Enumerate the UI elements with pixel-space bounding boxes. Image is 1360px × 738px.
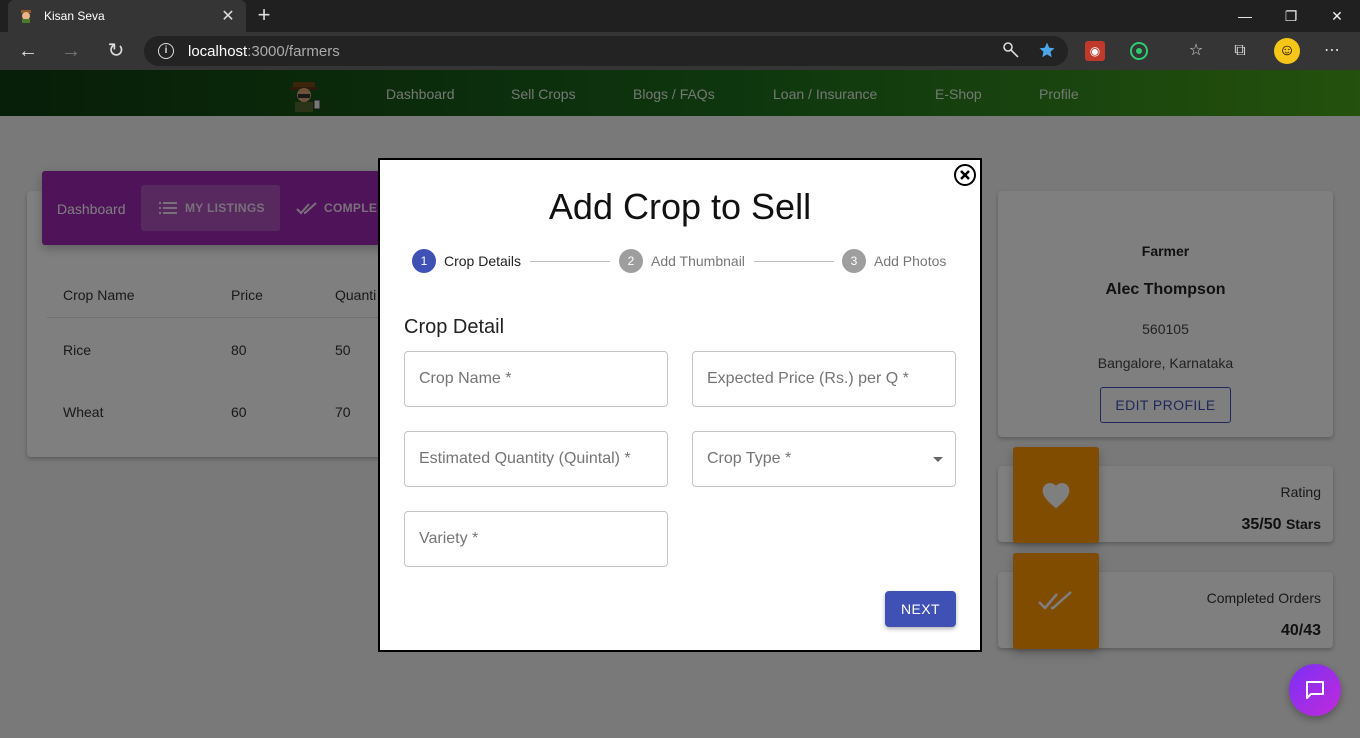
address-bar[interactable]: i localhost:3000/farmers	[144, 36, 1068, 66]
crop-type-placeholder: Crop Type *	[707, 450, 792, 467]
more-menu-icon[interactable]: ⋯	[1322, 41, 1342, 61]
crop-name-field[interactable]: Crop Name *	[404, 351, 668, 407]
favorite-star-icon[interactable]	[1038, 41, 1056, 59]
expected-price-field[interactable]: Expected Price (Rs.) per Q *	[692, 351, 956, 407]
expected-price-placeholder: Expected Price (Rs.) per Q *	[707, 370, 909, 387]
close-icon[interactable]	[953, 163, 977, 187]
app-viewport: Dashboard Sell Crops Blogs / FAQs Loan /…	[0, 70, 1360, 738]
step-number: 1	[412, 249, 436, 273]
window-close-icon[interactable]: ✕	[1314, 0, 1360, 32]
step-number: 2	[619, 249, 643, 273]
variety-placeholder: Variety *	[419, 530, 479, 547]
browser-titlebar: Kisan Seva ✕ + — ❐ ✕	[0, 0, 1360, 32]
step-label: Add Photos	[874, 253, 947, 269]
extension-target-icon[interactable]	[1129, 41, 1149, 61]
estimated-quantity-placeholder: Estimated Quantity (Quintal) *	[419, 450, 631, 467]
section-title: Crop Detail	[404, 316, 505, 338]
url-host: localhost	[188, 42, 248, 60]
url-path: :3000/farmers	[247, 42, 340, 60]
browser-tab[interactable]: Kisan Seva ✕	[8, 0, 246, 32]
extension-icon[interactable]: ◉	[1085, 41, 1105, 61]
step-label: Crop Details	[444, 253, 522, 269]
crop-name-placeholder: Crop Name *	[419, 370, 512, 387]
stepper: 1 Crop Details 2 Add Thumbnail 3 Add Pho…	[412, 249, 952, 275]
step-label: Add Thumbnail	[651, 253, 745, 269]
tab-close-icon[interactable]: ✕	[220, 6, 236, 26]
restore-icon[interactable]: ❐	[1268, 0, 1314, 32]
back-icon[interactable]: ←	[15, 39, 41, 63]
crop-type-select[interactable]: Crop Type *	[692, 431, 956, 487]
new-tab-icon[interactable]: +	[252, 4, 276, 28]
estimated-quantity-field[interactable]: Estimated Quantity (Quintal) *	[404, 431, 668, 487]
variety-field[interactable]: Variety *	[404, 511, 668, 567]
chat-button[interactable]	[1289, 664, 1341, 716]
site-info-icon[interactable]: i	[158, 43, 174, 59]
add-crop-modal: Add Crop to Sell 1 Crop Details 2 Add Th…	[378, 158, 982, 652]
step-number: 3	[842, 249, 866, 273]
step-crop-details[interactable]: 1 Crop Details	[412, 249, 521, 273]
step-add-thumbnail[interactable]: 2 Add Thumbnail	[619, 249, 745, 273]
dropdown-arrow-icon	[933, 457, 943, 462]
next-button[interactable]: NEXT	[885, 591, 956, 627]
favorites-icon[interactable]: ☆	[1186, 41, 1206, 61]
step-add-photos[interactable]: 3 Add Photos	[842, 249, 946, 273]
key-icon[interactable]	[1002, 41, 1020, 59]
farmer-favicon-icon	[21, 10, 31, 23]
chat-icon	[1306, 681, 1324, 699]
profile-avatar-icon[interactable]: ☺	[1274, 38, 1300, 64]
tab-title: Kisan Seva	[44, 9, 105, 23]
step-connector	[754, 261, 834, 262]
minimize-icon[interactable]: —	[1222, 0, 1268, 32]
step-connector	[530, 261, 610, 262]
collections-icon[interactable]: ⧉	[1230, 41, 1250, 61]
reload-icon[interactable]: ↻	[103, 39, 129, 63]
forward-icon[interactable]: →	[58, 39, 84, 63]
modal-title: Add Crop to Sell	[548, 186, 812, 227]
browser-toolbar: ← → ↻ i localhost:3000/farmers ◉ ☆ ⧉ ☺ ⋯	[0, 32, 1360, 70]
